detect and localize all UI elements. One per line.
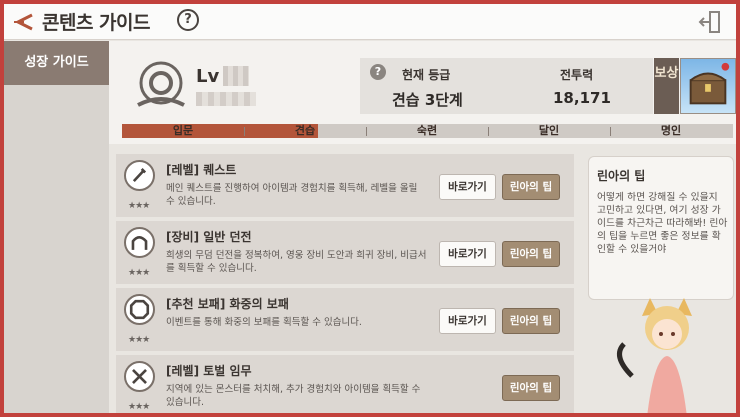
grade-label: 현재 등급 — [402, 68, 451, 82]
help-icon[interactable]: ? — [177, 9, 199, 31]
stage-label: 입문 — [172, 124, 194, 137]
guide-list: ★★★ [레벨] 퀘스트 메인 퀘스트를 진행하여 아이템과 경험치를 획득해,… — [116, 154, 574, 413]
stage-label: 숙련 — [416, 124, 438, 137]
stage-divider — [488, 127, 489, 136]
guide-title: [추천 보패] 화중의 보패 — [166, 297, 289, 311]
gate-icon — [124, 227, 155, 258]
crossed-swords-icon — [124, 361, 155, 392]
grade-value: 견습 3단계 — [392, 91, 463, 109]
stats-help-icon[interactable]: ? — [370, 64, 386, 80]
page-title: 콘텐츠 가이드 — [42, 12, 151, 34]
go-button[interactable]: 바로가기 — [439, 241, 496, 267]
exit-icon[interactable] — [697, 9, 723, 35]
guide-title: [장비] 일반 던전 — [166, 230, 252, 244]
level-value-blurred — [223, 66, 249, 86]
guide-description: 메인 퀘스트를 진행하여 아이템과 경험치를 획득해, 레벨을 올릴 수 있습니… — [166, 183, 418, 207]
app-window: 콘텐츠 가이드 ? 성장 가이드 Lv 현재 등급 견습 3단계 전투력 18,… — [0, 0, 740, 417]
tip-body: 어떻게 하면 강해질 수 있을지 고민하고 있다면, 여기 성장 가이드를 차근… — [597, 192, 728, 255]
guide-item-subjugation: ★★★ [레벨] 토벌 임무 지역에 있는 몬스터를 처치해, 추가 경험치와 … — [116, 355, 574, 413]
guide-item-treasure: ★★★ [추천 보패] 화중의 보패 이벤트를 통해 화중의 보패를 획득할 수… — [116, 288, 574, 351]
sidebar — [4, 41, 109, 413]
go-button[interactable]: 바로가기 — [439, 174, 496, 200]
stage-label: 견습 — [294, 124, 316, 137]
sidebar-item-growth-guide[interactable]: 성장 가이드 — [4, 41, 109, 85]
rina-tip-button[interactable]: 린아의 팁 — [502, 375, 560, 401]
character-name-blurred — [196, 92, 256, 106]
stage-divider — [610, 127, 611, 136]
power-value: 18,171 — [553, 89, 611, 107]
guide-description: 희생의 무덤 던전을 정복하여, 영웅 장비 도안과 희귀 장비, 비급서를 획… — [166, 250, 427, 274]
stage-divider — [244, 127, 245, 136]
sword-icon — [124, 160, 155, 191]
tip-title: 린아의 팁 — [597, 169, 646, 183]
guide-item-dungeon: ★★★ [장비] 일반 던전 희생의 무덤 던전을 정복하여, 영웅 장비 도안… — [116, 221, 574, 284]
rina-tip-button[interactable]: 린아의 팁 — [502, 308, 560, 334]
level-label: Lv — [196, 66, 220, 87]
difficulty-stars: ★★★ — [128, 335, 150, 345]
go-button[interactable]: 바로가기 — [439, 308, 496, 334]
rina-tip-button[interactable]: 린아의 팁 — [502, 174, 560, 200]
stage-label: 명인 — [660, 124, 682, 137]
difficulty-stars: ★★★ — [128, 268, 150, 278]
tip-panel: 린아의 팁 어떻게 하면 강해질 수 있을지 고민하고 있다면, 여기 성장 가… — [588, 156, 734, 300]
level-emblem-icon — [137, 61, 185, 107]
guide-title: [레벨] 토벌 임무 — [166, 364, 252, 378]
reward-label[interactable]: 보상 — [654, 58, 679, 114]
power-label: 전투력 — [560, 68, 594, 82]
guide-description: 이벤트를 통해 화중의 보패를 획득할 수 있습니다. — [166, 317, 362, 328]
treasure-chest-icon[interactable] — [680, 58, 736, 114]
guide-item-quest: ★★★ [레벨] 퀘스트 메인 퀘스트를 진행하여 아이템과 경험치를 획득해,… — [116, 154, 574, 217]
stats-box: 현재 등급 견습 3단계 전투력 18,171 — [360, 58, 653, 114]
header-bar: 콘텐츠 가이드 ? — [4, 4, 736, 40]
rina-tip-button[interactable]: 린아의 팁 — [502, 241, 560, 267]
stage-label: 달인 — [538, 124, 560, 137]
difficulty-stars: ★★★ — [128, 201, 150, 211]
guide-title: [레벨] 퀘스트 — [166, 163, 237, 177]
stage-divider — [366, 127, 367, 136]
back-arrow-icon[interactable] — [10, 9, 36, 35]
difficulty-stars: ★★★ — [128, 402, 150, 412]
guide-description: 지역에 있는 몬스터를 처치해, 추가 경험치와 아이템을 획득할 수 있습니다… — [166, 384, 421, 408]
octagon-icon — [124, 294, 155, 325]
rina-character-illustration — [617, 298, 692, 413]
